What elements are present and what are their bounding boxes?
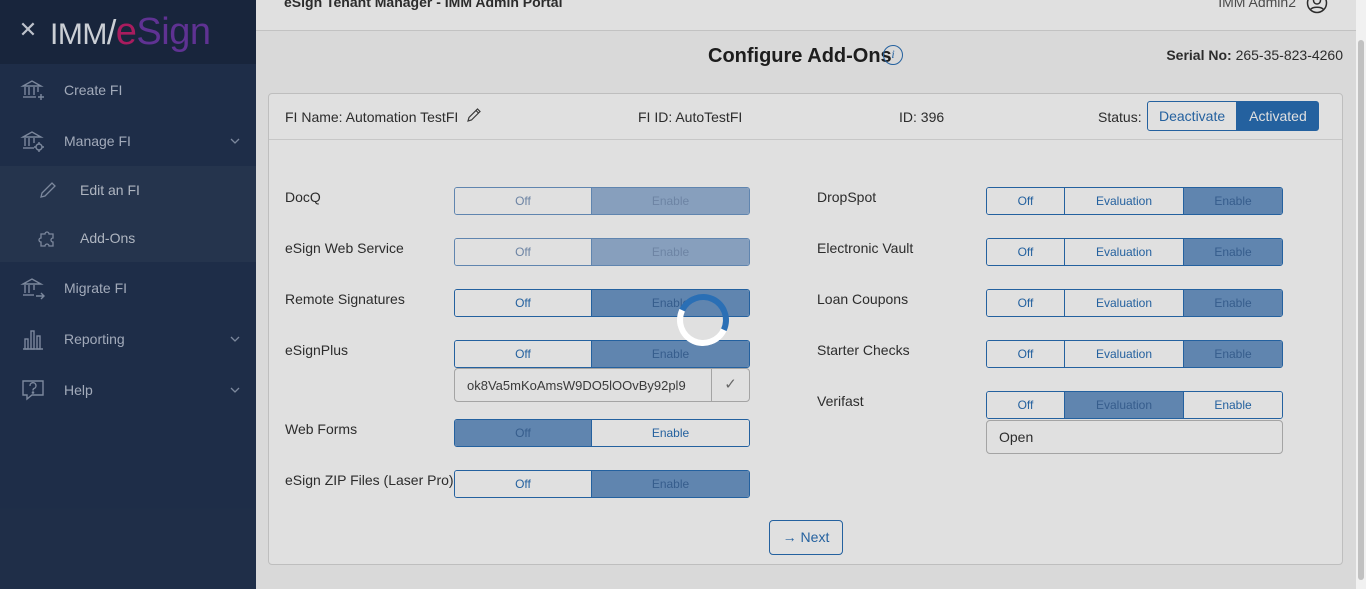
scrollbar-thumb[interactable] — [1358, 40, 1364, 580]
page-scrollbar[interactable] — [1356, 0, 1366, 589]
loading-overlay — [0, 0, 1356, 589]
